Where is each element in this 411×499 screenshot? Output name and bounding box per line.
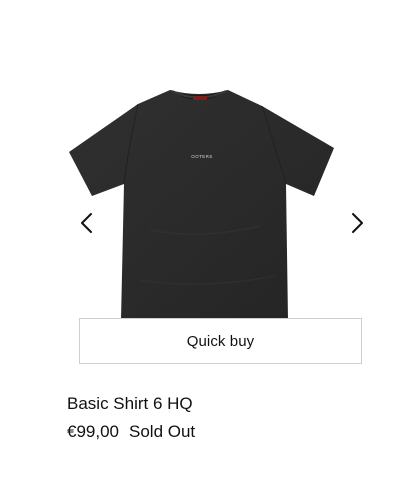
product-image[interactable]: OOTERS (0, 0, 411, 320)
product-title[interactable]: Basic Shirt 6 HQ (67, 394, 193, 414)
next-image-button[interactable] (342, 205, 374, 241)
product-card: OOTERS Quick buy Basic Shirt 6 HQ €99,00… (0, 0, 411, 499)
tshirt-shape (69, 90, 334, 320)
neck-label (193, 96, 207, 100)
stock-status-label: Sold Out (129, 422, 196, 441)
quick-buy-button[interactable]: Quick buy (79, 318, 362, 364)
product-price: €99,00 (67, 422, 119, 441)
product-gallery[interactable]: OOTERS (0, 0, 411, 320)
chevron-right-icon (352, 213, 363, 233)
shirt-print: OOTERS (191, 154, 212, 159)
chevron-left-icon (81, 213, 92, 233)
price-row: €99,00 Sold Out (67, 422, 195, 442)
previous-image-button[interactable] (70, 205, 102, 241)
